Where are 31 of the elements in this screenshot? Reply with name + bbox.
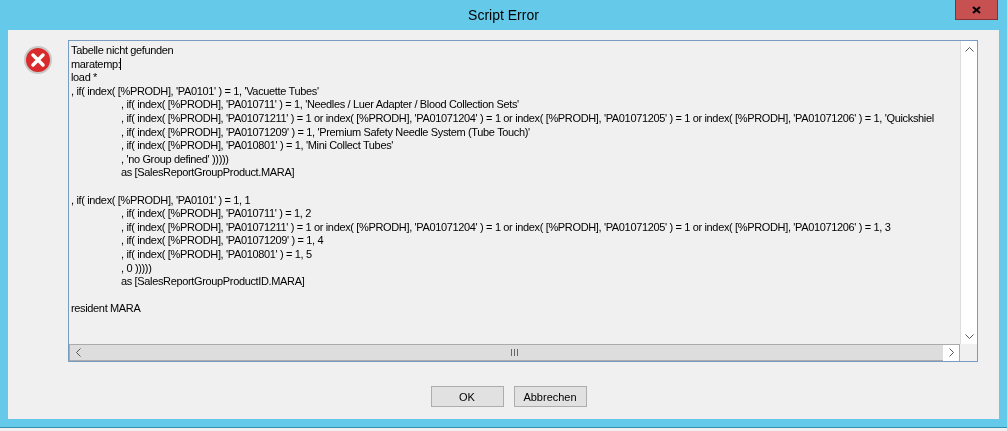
script-line: as [SalesReportGroupProduct.MARA]	[121, 166, 295, 179]
script-line: , if( index( [%PRODH], 'PA0101' ) = 1, 'Vacuette Tubes'	[71, 84, 319, 97]
script-line: , if( index( [%PRODH], 'PA01071211' ) = 1 or index( [%PRODH], 'PA01071204' ) = 1 or index( [%PRODH], 'PA01071205' ) = 1 or index( [%PRODH], 'PA01071206' ) = 1, 'Quickshiel	[121, 111, 934, 124]
script-line: , if( index( [%PRODH], 'PA01071209' ) = 1, 4	[121, 234, 324, 247]
script-line: , if( index( [%PRODH], 'PA01071209' ) = 1, 'Premium Safety Needle System (Tube Touch)'	[121, 125, 530, 138]
script-line: , 'no Group defined' )))))	[121, 152, 229, 165]
script-line: , if( index( [%PRODH], 'PA010711' ) = 1, 2	[121, 207, 311, 220]
window-title: Script Error	[468, 7, 539, 23]
script-line: , 0 )))))	[121, 261, 152, 274]
script-line: , if( index( [%PRODH], 'PA010801' ) = 1, 5	[121, 247, 312, 260]
script-text-area[interactable]	[68, 40, 978, 362]
close-icon	[972, 5, 981, 14]
scroll-right-icon[interactable]	[948, 348, 954, 357]
scroll-down-icon[interactable]	[964, 333, 974, 339]
scroll-up-icon[interactable]	[964, 46, 974, 52]
script-line: Tabelle nicht gefunden	[71, 44, 174, 56]
script-line: as [SalesReportGroupProductID.MARA]	[121, 275, 305, 288]
grip-icon	[511, 349, 518, 356]
close-button[interactable]	[955, 0, 998, 20]
script-line: load *	[71, 71, 98, 84]
script-line: , if( index( [%PRODH], 'PA01071211' ) = 1 or index( [%PRODH], 'PA01071204' ) = 1 or index( [%PRODH], 'PA01071205' ) = 1 or index( [%PRODH], 'PA01071206' ) = 1, 3	[121, 220, 891, 233]
script-line: resident MARA	[71, 302, 141, 315]
script-line: , if( index( [%PRODH], 'PA010711' ) = 1, 'Needles / Luer Adapter / Blood Collection Sets'	[121, 98, 519, 111]
script-line: , if( index( [%PRODH], 'PA0101' ) = 1, 1	[71, 193, 251, 206]
vertical-scrollbar[interactable]	[960, 41, 977, 344]
script-line: maratemp:	[71, 57, 121, 70]
dialog-button[interactable]: Abbrechen	[513, 386, 587, 407]
script-line: , if( index( [%PRODH], 'PA010801' ) = 1, 'Mini Collect Tubes'	[121, 139, 394, 152]
dialog-button[interactable]: OK	[430, 386, 504, 407]
scroll-left-icon[interactable]	[75, 348, 81, 357]
error-icon	[23, 45, 53, 75]
